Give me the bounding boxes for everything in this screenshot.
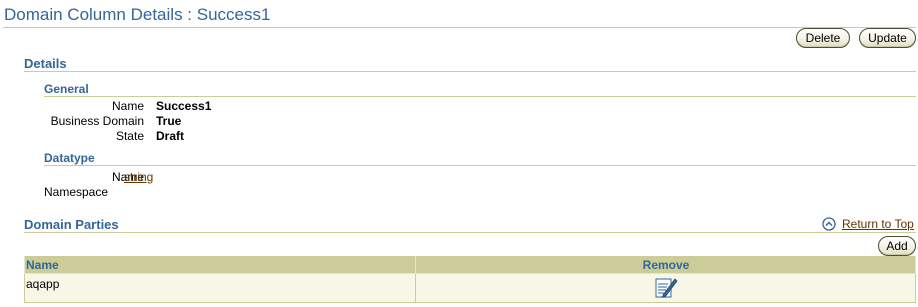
general-divider (44, 96, 916, 97)
datatype-divider (44, 165, 916, 166)
party-name-cell: aqapp (24, 273, 416, 303)
general-heading: General (44, 82, 89, 96)
add-button[interactable]: Add (878, 236, 916, 256)
datatype-label-namespace: Namespace (44, 185, 109, 199)
domain-parties-divider (24, 232, 916, 233)
title-divider (3, 27, 916, 28)
details-heading: Details (24, 56, 67, 71)
details-divider (24, 71, 916, 72)
party-name: aqapp (26, 277, 60, 291)
field-label-business-domain: Business Domain (50, 114, 144, 128)
delete-button[interactable]: Delete (796, 28, 850, 48)
edit-pencil-icon[interactable] (654, 275, 678, 299)
datatype-name-link[interactable]: string (124, 170, 153, 184)
domain-parties-heading: Domain Parties (24, 217, 119, 232)
domain-parties-table: Name Remove aqapp (24, 256, 916, 303)
field-label-name: Name (111, 99, 144, 113)
datatype-heading: Datatype (44, 151, 95, 165)
table-row: aqapp (24, 273, 916, 303)
field-label-state: State (115, 129, 144, 143)
return-to-top-icon (822, 217, 836, 231)
update-button[interactable]: Update (859, 28, 916, 48)
table-header-row: Name Remove (24, 256, 916, 274)
field-value-name: Success1 (156, 99, 212, 113)
column-header-name: Name (24, 256, 416, 274)
field-value-state: Draft (156, 129, 185, 143)
return-to-top[interactable]: Return to Top (822, 217, 914, 231)
page-title: Domain Column Details : Success1 (4, 5, 271, 24)
return-to-top-link[interactable]: Return to Top (842, 217, 914, 231)
remove-cell (415, 273, 916, 303)
column-header-remove: Remove (415, 256, 916, 274)
field-value-business-domain: True (156, 114, 182, 128)
